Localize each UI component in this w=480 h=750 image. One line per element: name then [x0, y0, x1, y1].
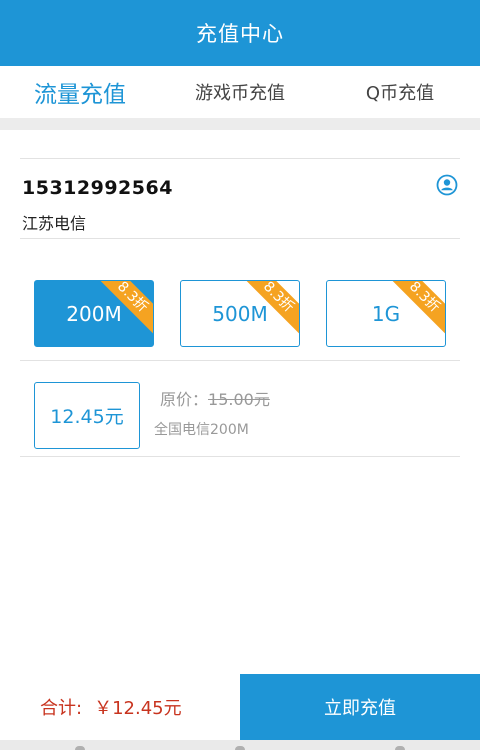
app-title-bar: 充值中心: [0, 0, 480, 66]
current-price: 12.45元: [34, 382, 140, 449]
package-500m[interactable]: 500M 8.3折: [180, 280, 300, 347]
package-200m[interactable]: 200M 8.3折: [34, 280, 154, 347]
phone-number[interactable]: 15312992564: [22, 177, 173, 199]
nav-indicator: [395, 746, 405, 750]
page-title: 充值中心: [196, 22, 284, 46]
bottom-nav-strip: [0, 740, 480, 750]
recharge-now-button[interactable]: 立即充值: [240, 674, 480, 740]
original-price: 原价：15.00元: [160, 386, 270, 410]
contact-icon[interactable]: [436, 174, 458, 196]
tab-qcoin-recharge[interactable]: Q币充值: [320, 66, 480, 118]
package-label: 1G: [371, 301, 401, 326]
checkout-bar: 合计: ￥12.45元 立即充值: [0, 674, 480, 740]
recharge-tabs: 流量充值 游戏币充值 Q币充值: [0, 66, 480, 118]
price-section: 12.45元 原价：15.00元 全国电信200M: [20, 361, 460, 457]
package-description: 全国电信200M: [154, 422, 249, 438]
carrier-name: 江苏电信: [22, 214, 87, 233]
tab-data-recharge[interactable]: 流量充值: [0, 66, 160, 118]
nav-indicator: [235, 746, 245, 750]
tab-game-coin-recharge[interactable]: 游戏币充值: [160, 66, 320, 118]
total-label: 合计:: [40, 698, 83, 719]
package-label: 500M: [212, 301, 268, 326]
original-price-label: 原价：: [160, 390, 209, 409]
nav-indicator: [75, 746, 85, 750]
section-divider: [0, 118, 480, 130]
order-total: 合计: ￥12.45元: [40, 674, 182, 740]
package-label: 200M: [66, 301, 122, 326]
original-price-value: 15.00元: [208, 390, 270, 409]
account-section: 15312992564 江苏电信: [20, 158, 460, 239]
package-options: 200M 8.3折 500M 8.3折 1G 8.3折: [20, 240, 460, 361]
total-amount: ￥12.45元: [94, 698, 182, 719]
package-1g[interactable]: 1G 8.3折: [326, 280, 446, 347]
